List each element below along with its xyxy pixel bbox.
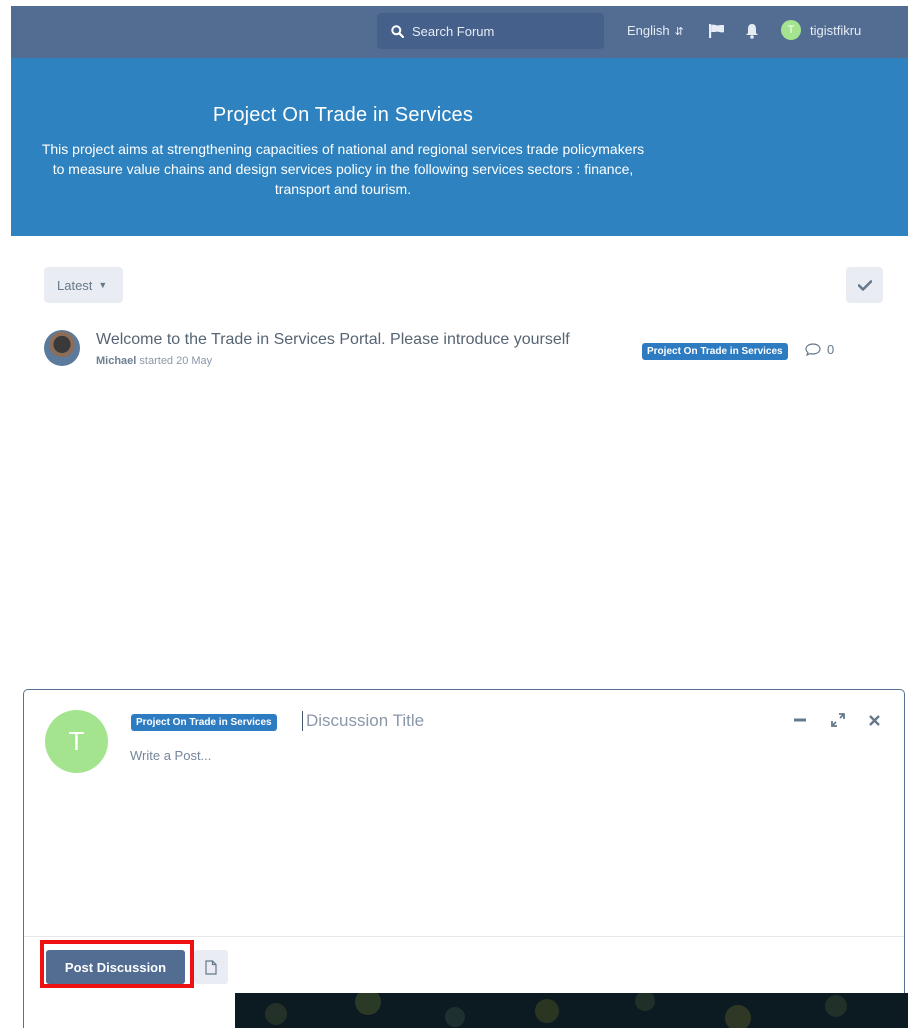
discussion-tag[interactable]: Project On Trade in Services: [642, 343, 788, 360]
sort-arrows-icon: ⇵: [674, 26, 684, 38]
background-dot: [635, 993, 655, 1011]
hero-title: Project On Trade in Services: [212, 104, 474, 126]
composer-avatar: T: [45, 710, 108, 773]
close-button[interactable]: [864, 710, 884, 730]
expand-icon: [831, 713, 845, 727]
background-dot: [725, 1005, 751, 1028]
close-icon: [868, 714, 880, 726]
minimize-icon: [794, 718, 806, 722]
expand-button[interactable]: [828, 710, 848, 730]
mark-all-read-button[interactable]: [846, 267, 883, 303]
background-dot: [265, 1003, 287, 1025]
discussion-author[interactable]: Michael: [96, 355, 136, 367]
composer-divider: [24, 936, 904, 937]
sort-label: Latest: [57, 277, 93, 293]
background-strip: [235, 993, 908, 1028]
hero-description: This project aims at strengthening capac…: [41, 141, 645, 197]
composer-panel: T Project On Trade in Services Post Disc…: [23, 689, 905, 1028]
search-box[interactable]: Search Forum: [377, 13, 604, 49]
background-dot: [355, 993, 381, 1015]
file-icon: [205, 959, 217, 975]
search-placeholder: Search Forum: [412, 23, 495, 39]
discussion-started: started 20 May: [139, 355, 213, 367]
hero-banner: Project On Trade in Services This projec…: [11, 58, 908, 236]
reply-count-value: 0: [827, 342, 835, 357]
comment-icon: [805, 343, 821, 356]
discussion-title-input[interactable]: [302, 711, 602, 731]
background-dot: [825, 995, 847, 1017]
check-icon: [857, 279, 872, 291]
post-body-input[interactable]: [130, 748, 870, 918]
post-discussion-button[interactable]: Post Discussion: [46, 950, 185, 984]
language-label: English: [627, 23, 670, 38]
top-bar: Search Forum English ⇵ T tigistfikru: [11, 6, 908, 58]
background-dot: [445, 1007, 465, 1027]
minimize-button[interactable]: [790, 710, 810, 730]
background-dot: [535, 999, 559, 1023]
discussion-title[interactable]: Welcome to the Trade in Services Portal.…: [96, 331, 570, 349]
attach-file-button[interactable]: [194, 950, 228, 984]
username[interactable]: tigistfikru: [810, 23, 861, 38]
caret-down-icon: ▼: [98, 280, 108, 290]
flag-icon[interactable]: [709, 24, 725, 38]
author-avatar[interactable]: [44, 330, 80, 366]
language-selector[interactable]: English ⇵: [627, 23, 684, 38]
bell-icon[interactable]: [745, 23, 759, 39]
composer-tag[interactable]: Project On Trade in Services: [131, 714, 277, 731]
sort-dropdown[interactable]: Latest ▼: [44, 267, 123, 303]
user-avatar[interactable]: T: [781, 20, 801, 40]
search-icon: [391, 24, 404, 38]
discussion-meta: Michael started 20 May: [96, 355, 212, 367]
reply-count: 0: [805, 342, 834, 357]
